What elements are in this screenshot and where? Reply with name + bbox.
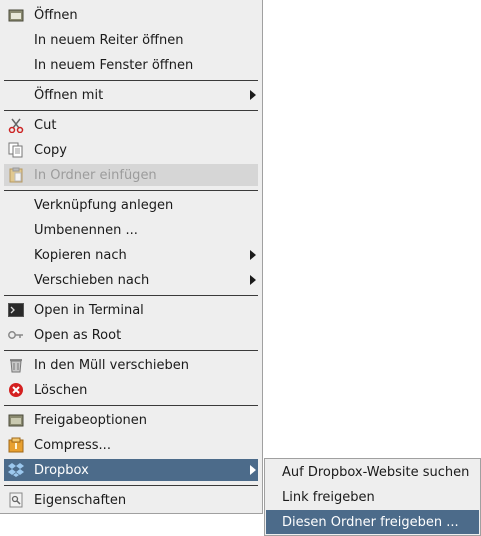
trash-icon [8,357,24,373]
menu-item-compress[interactable]: Compress... [4,434,258,456]
paste-icon [8,167,24,183]
menu-item-label: Freigabeoptionen [34,412,148,428]
menu-item-label: Open in Terminal [34,302,144,318]
submenu-arrow-icon [250,250,256,260]
menu-item-label: In neuem Fenster öffnen [34,57,194,73]
properties-icon [8,492,24,508]
submenu-item-share-folder[interactable]: Diesen Ordner freigeben ... [266,510,479,534]
terminal-icon [8,302,24,318]
menu-item-label: Verknüpfung anlegen [34,197,174,213]
menu-item-label: In den Müll verschieben [34,357,189,373]
shared-folder-icon [8,412,24,428]
menu-item-label: Compress... [34,437,111,453]
separator [4,110,258,111]
menu-item-open-with[interactable]: Öffnen mit [4,84,258,106]
copy-icon [8,142,24,158]
submenu-item-label: Diesen Ordner freigeben ... [282,514,459,530]
menu-item-label: Dropbox [34,462,89,478]
menu-item-sharing-options[interactable]: Freigabeoptionen [4,409,258,431]
separator [4,485,258,486]
context-menu: Öffnen In neuem Reiter öffnen In neuem F… [0,0,263,514]
menu-item-move-to[interactable]: Verschieben nach [4,269,258,291]
menu-item-create-link[interactable]: Verknüpfung anlegen [4,194,258,216]
menu-item-open-new-tab[interactable]: In neuem Reiter öffnen [4,29,258,51]
submenu-item-share-link[interactable]: Link freigeben [266,485,479,509]
menu-item-properties[interactable]: Eigenschaften [4,489,258,511]
menu-item-label: Umbenennen ... [34,222,138,238]
menu-item-label: Open as Root [34,327,122,343]
menu-item-label: Öffnen mit [34,87,104,103]
dropbox-icon [8,462,24,478]
separator [4,190,258,191]
menu-item-open-as-root[interactable]: Open as Root [4,324,258,346]
submenu-arrow-icon [250,465,256,475]
menu-item-label: Verschieben nach [34,272,150,288]
menu-item-paste-into-folder[interactable]: In Ordner einfügen [4,164,258,186]
menu-item-copy-to[interactable]: Kopieren nach [4,244,258,266]
menu-item-label: In Ordner einfügen [34,167,157,183]
archive-icon [8,437,24,453]
menu-item-cut[interactable]: Cut [4,114,258,136]
delete-icon [8,382,24,398]
menu-item-open-new-window[interactable]: In neuem Fenster öffnen [4,54,258,76]
submenu-arrow-icon [250,90,256,100]
key-icon [8,327,24,343]
menu-item-label: Löschen [34,382,88,398]
menu-item-label: In neuem Reiter öffnen [34,32,184,48]
menu-item-rename[interactable]: Umbenennen ... [4,219,258,241]
separator [4,405,258,406]
menu-item-dropbox[interactable]: Dropbox [4,459,258,481]
separator [4,80,258,81]
submenu-arrow-icon [250,275,256,285]
dropbox-submenu: Auf Dropbox-Website suchen Link freigebe… [264,458,481,536]
folder-open-icon [8,7,24,23]
submenu-item-label: Link freigeben [282,489,375,505]
menu-item-label: Eigenschaften [34,492,127,508]
menu-item-label: Copy [34,142,67,158]
menu-item-delete[interactable]: Löschen [4,379,258,401]
submenu-item-label: Auf Dropbox-Website suchen [282,464,470,480]
scissors-icon [8,117,24,133]
separator [4,350,258,351]
menu-item-label: Öffnen [34,7,78,23]
menu-item-open[interactable]: Öffnen [4,4,258,26]
menu-item-move-to-trash[interactable]: In den Müll verschieben [4,354,258,376]
menu-item-open-in-terminal[interactable]: Open in Terminal [4,299,258,321]
menu-item-copy[interactable]: Copy [4,139,258,161]
separator [4,295,258,296]
submenu-item-dropbox-website[interactable]: Auf Dropbox-Website suchen [266,460,479,484]
menu-item-label: Kopieren nach [34,247,127,263]
menu-item-label: Cut [34,117,57,133]
